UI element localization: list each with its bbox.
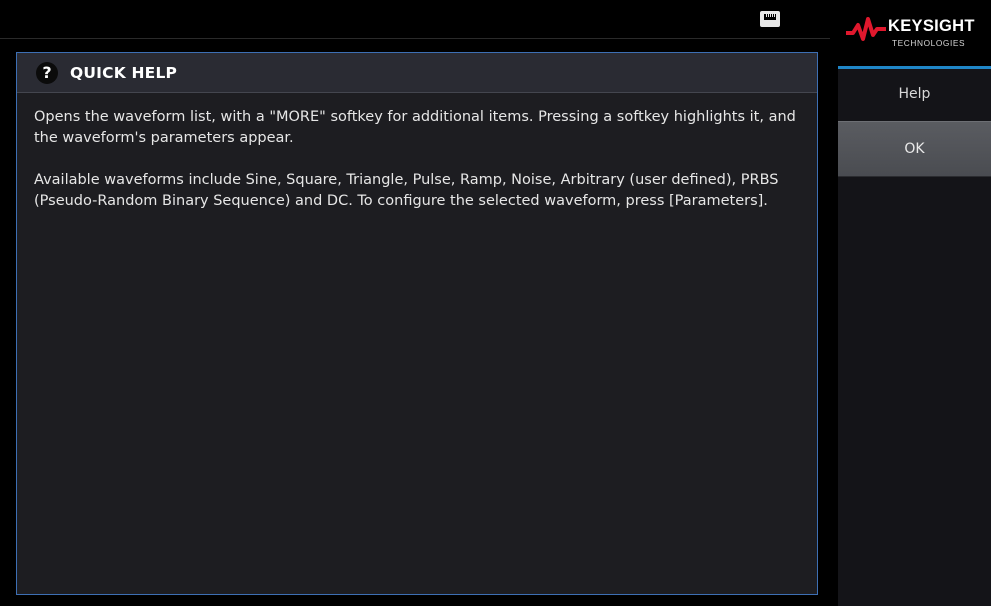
lan-connected-icon [760,11,780,27]
quick-help-body: Opens the waveform list, with a "MORE" s… [17,93,817,212]
ok-softkey[interactable]: OK [838,121,991,177]
brand-name: KEYSIGHT [888,17,975,35]
status-bar [0,0,830,39]
brand-subtitle: TECHNOLOGIES [892,38,966,48]
question-icon: ? [36,61,58,84]
quick-help-title: QUICK HELP [70,63,178,82]
quick-help-panel: ? QUICK HELP Opens the waveform list, wi… [16,52,818,595]
softkey-menu-title: Help [898,86,931,102]
softkey-sidebar: KEYSIGHT TECHNOLOGIES Help OK [838,0,991,606]
keysight-logo: KEYSIGHT TECHNOLOGIES [838,0,991,69]
keysight-wave-icon [846,17,886,41]
help-paragraph: Available waveforms include Sine, Square… [34,172,779,209]
instrument-screen: ? QUICK HELP Opens the waveform list, wi… [0,0,991,606]
quick-help-header: ? QUICK HELP [17,53,817,93]
help-paragraph: Opens the waveform list, with a "MORE" s… [34,109,796,146]
